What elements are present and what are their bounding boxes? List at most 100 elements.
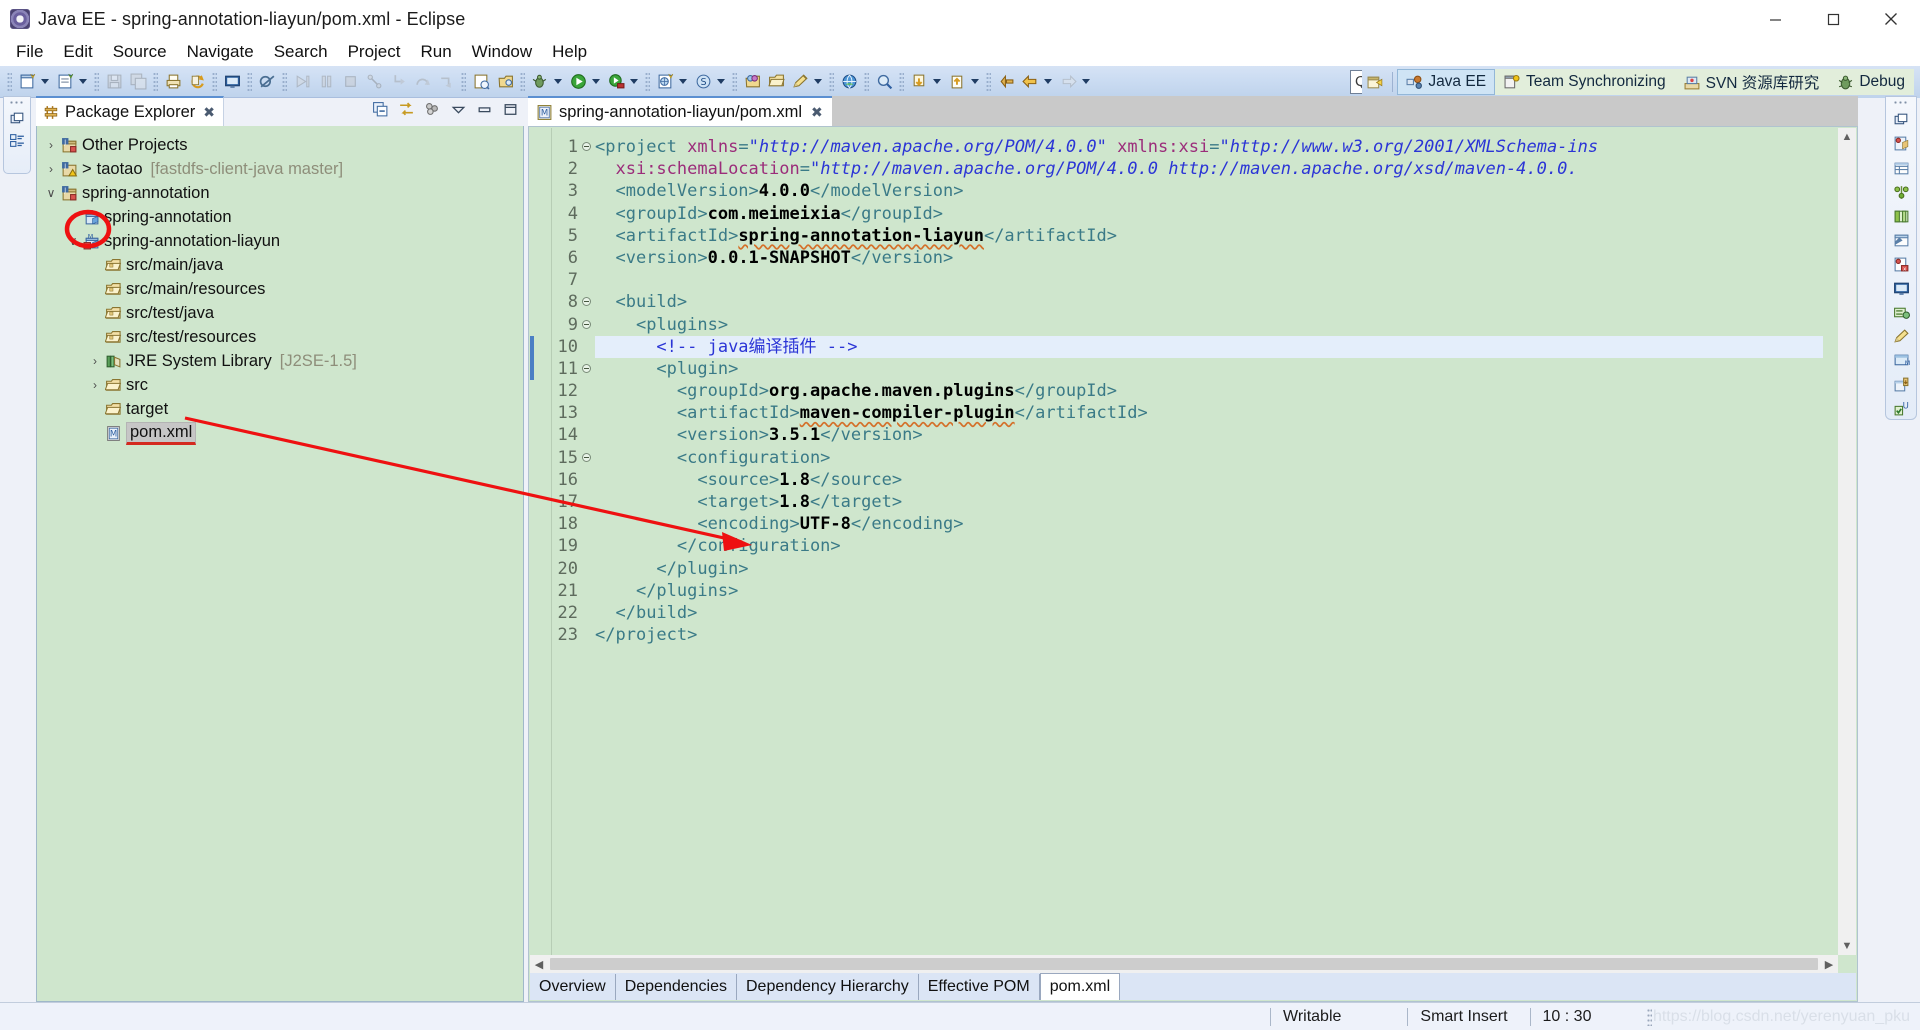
tree-item[interactable]: src/main/resources (37, 277, 523, 301)
console-view-icon[interactable] (1890, 278, 1912, 298)
history-view-icon[interactable] (1890, 375, 1912, 395)
chevron-right-icon[interactable]: › (65, 210, 81, 224)
tab-pom-xml[interactable]: M spring-annotation-liayun/pom.xml ✖ (528, 96, 832, 126)
maximize-icon[interactable] (1804, 0, 1862, 38)
code-line[interactable]: xsi:schemaLocation="http://maven.apache.… (595, 158, 1823, 180)
fold-toggle-icon[interactable] (582, 319, 591, 329)
new-wizard-icon[interactable] (16, 71, 38, 93)
page-tab[interactable]: pom.xml (1039, 973, 1121, 1000)
page-tab[interactable]: Dependency Hierarchy (736, 974, 919, 1000)
code-line[interactable]: <configuration> (595, 447, 1823, 469)
toolbar-group-grip[interactable] (645, 71, 650, 92)
collapse-all-icon[interactable] (370, 99, 391, 120)
code-line[interactable]: <plugins> (595, 314, 1823, 336)
code-line[interactable]: </plugin> (595, 558, 1823, 580)
chevron-down-icon[interactable] (715, 71, 727, 93)
close-tab-icon[interactable]: ✖ (811, 104, 823, 121)
perspective-svn-repository[interactable]: SVN 资源库研究 (1674, 69, 1829, 95)
new-server-icon[interactable] (654, 71, 676, 93)
code-line[interactable]: <artifactId>maven-compiler-plugin</artif… (595, 402, 1823, 424)
new-java-file-icon[interactable] (54, 71, 76, 93)
menu-search[interactable]: Search (264, 40, 338, 64)
code-line[interactable]: <source>1.8</source> (595, 469, 1823, 491)
restore-view-icon[interactable] (500, 99, 521, 120)
code-line[interactable] (595, 269, 1823, 291)
chevron-down-icon[interactable] (931, 71, 943, 93)
open-task-icon[interactable] (494, 71, 516, 93)
scroll-down-icon[interactable]: ▼ (1838, 937, 1856, 955)
code-line[interactable]: <version>0.0.1-SNAPSHOT</version> (595, 247, 1823, 269)
code-line[interactable]: <artifactId>spring-annotation-liayun</ar… (595, 225, 1823, 247)
code-line[interactable]: </configuration> (595, 535, 1823, 557)
run-external-tools-icon[interactable] (605, 71, 627, 93)
chevron-down-icon[interactable] (812, 71, 824, 93)
code-text-area[interactable]: <project xmlns="http://maven.apache.org/… (595, 136, 1823, 955)
code-line[interactable]: <groupId>org.apache.maven.plugins</group… (595, 380, 1823, 402)
menu-navigate[interactable]: Navigate (177, 40, 264, 64)
refresh-icon[interactable] (186, 71, 208, 93)
toolbar-group-grip[interactable] (864, 71, 869, 92)
toolbar-group-grip[interactable] (94, 71, 99, 92)
chevron-right-icon[interactable]: › (87, 354, 103, 368)
menu-help[interactable]: Help (542, 40, 597, 64)
toolbar-group-grip[interactable] (212, 71, 217, 92)
junit-view-icon[interactable]: U (1890, 399, 1912, 419)
stack-handle[interactable] (9, 100, 25, 105)
view-menu-icon[interactable] (422, 99, 443, 120)
toolbar-group-grip[interactable] (7, 71, 12, 92)
edit-pencil-icon[interactable] (789, 71, 811, 93)
scroll-up-icon[interactable]: ▲ (1838, 128, 1856, 146)
close-tab-icon[interactable]: ✖ (203, 104, 215, 121)
open-perspective-icon[interactable] (1362, 70, 1388, 94)
menu-edit[interactable]: Edit (53, 40, 102, 64)
page-tab[interactable]: Effective POM (918, 974, 1040, 1000)
chevron-down-icon[interactable] (590, 71, 602, 93)
chevron-down-icon[interactable] (552, 71, 564, 93)
servers-view-icon[interactable] (1890, 134, 1912, 154)
project-explorer-icon[interactable] (1890, 206, 1912, 226)
snippets-view-icon[interactable] (1890, 182, 1912, 202)
code-line[interactable]: <groupId>com.meimeixia</groupId> (595, 203, 1823, 225)
tree-item[interactable]: › Mspring-annotation (37, 205, 523, 229)
back-navigation-icon[interactable] (1019, 71, 1041, 93)
code-line[interactable]: <encoding>UTF-8</encoding> (595, 513, 1823, 535)
code-line[interactable]: <target>1.8</target> (595, 491, 1823, 513)
code-line[interactable]: <plugin> (595, 358, 1823, 380)
globe-icon[interactable] (838, 71, 860, 93)
chevron-right-icon[interactable]: › (87, 378, 103, 392)
toolbar-group-grip[interactable] (247, 71, 252, 92)
toolbar-group-grip[interactable] (732, 71, 737, 92)
minimize-icon[interactable] (1746, 0, 1804, 38)
problems-view-icon[interactable]: x (1890, 254, 1912, 274)
editor-vertical-scrollbar[interactable]: ▲ ▼ (1838, 128, 1856, 955)
chevron-down-icon[interactable] (969, 71, 981, 93)
perspective-team-synchronizing[interactable]: Team Synchronizing (1495, 69, 1675, 95)
perspective-java-ee[interactable]: Java EE (1397, 69, 1496, 95)
stack-handle[interactable] (1893, 100, 1909, 105)
link-with-editor-icon[interactable] (396, 99, 417, 120)
chevron-down-icon[interactable]: ∨ (43, 186, 59, 200)
menu-file[interactable]: File (6, 40, 53, 64)
chevron-down-icon[interactable]: ∨ (65, 234, 81, 248)
toolbar-group-grip[interactable] (520, 71, 525, 92)
code-line[interactable]: </project> (595, 624, 1823, 646)
tree-item[interactable]: src/test/java (37, 301, 523, 325)
editor-horizontal-scrollbar[interactable]: ◀ ▶ (530, 955, 1838, 973)
tree-item[interactable]: ∨ Jspring-annotation (37, 181, 523, 205)
code-line[interactable]: <build> (595, 291, 1823, 313)
tree-item-selected[interactable]: Mpom.xml (37, 421, 523, 445)
search-icon[interactable] (873, 71, 895, 93)
tree-item[interactable]: › src (37, 373, 523, 397)
scroll-left-icon[interactable]: ◀ (530, 955, 548, 973)
toggle-breakpoint-icon[interactable] (256, 71, 278, 93)
tree-item[interactable]: › JRE System Library [J2SE-1.5] (37, 349, 523, 373)
menu-run[interactable]: Run (410, 40, 461, 64)
tree-item[interactable]: src/test/resources (37, 325, 523, 349)
debug-launch-icon[interactable] (529, 71, 551, 93)
chevron-down-icon[interactable] (77, 71, 89, 93)
fold-toggle-icon[interactable] (582, 142, 591, 151)
chevron-down-icon[interactable] (1080, 71, 1092, 93)
page-tab[interactable]: Dependencies (615, 974, 737, 1000)
open-folder-icon[interactable] (765, 71, 787, 93)
fold-toggle-icon[interactable] (582, 363, 591, 373)
